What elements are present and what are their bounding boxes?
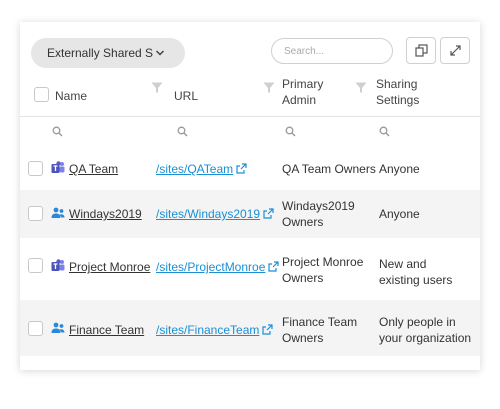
site-name-link[interactable]: Finance Team [69,323,144,337]
sharing-settings-cell: Anyone [379,162,420,176]
filter-icon[interactable] [151,82,163,94]
sharing-settings-cell: Anyone [379,207,420,221]
chevron-down-icon [155,50,165,56]
columns-icon [415,44,428,57]
primary-admin-cell: Windays2019 Owners [282,199,355,229]
column-header-primary-admin-line1: Primary [282,77,324,91]
row-checkbox[interactable] [28,161,43,176]
search-icon[interactable] [285,126,296,137]
primary-admin-cell: Project Monroe Owners [282,255,364,285]
table-row[interactable]: Finance Team /sites/FinanceTeam Finance … [20,300,480,356]
site-url-link[interactable]: /sites/Windays2019 [156,207,260,221]
group-icon [51,322,65,333]
column-header-primary-admin[interactable]: Primary Admin [282,76,323,108]
expand-icon [450,45,461,56]
external-link-icon[interactable] [263,208,274,219]
filter-icon[interactable] [355,82,367,94]
column-header-sharing-line2: Settings [376,93,420,107]
site-name-link[interactable]: Windays2019 [69,207,142,221]
external-link-icon[interactable] [236,163,247,174]
filter-icon[interactable] [263,82,275,94]
primary-admin-cell: Finance Team Owners [282,315,358,345]
sharing-settings-cell: Only people in your organization [379,315,472,345]
sites-panel: Externally Shared S Name URL [20,22,480,370]
site-name-link[interactable]: QA Team [69,162,118,176]
site-url-link[interactable]: /sites/QATeam [156,162,233,176]
view-filter-dropdown[interactable]: Externally Shared S [31,38,185,68]
expand-button[interactable] [440,37,470,64]
table-row[interactable]: Project Monroe /sites/ProjectMonroe Proj… [20,244,480,296]
view-filter-label: Externally Shared S [47,46,154,60]
row-checkbox[interactable] [28,206,43,221]
table-row[interactable]: QA Team /sites/QATeam QA Team Owners Any… [20,151,480,187]
select-all-checkbox[interactable] [34,87,49,102]
sharing-settings-cell: New and existing users [379,257,453,287]
column-header-name[interactable]: Name [55,88,87,104]
search-icon[interactable] [379,126,390,137]
table-row[interactable]: Windays2019 /sites/Windays2019 Windays20… [20,190,480,238]
toolbar: Externally Shared S [20,22,480,74]
group-icon [51,207,65,218]
column-header-sharing-line1: Sharing [376,77,418,91]
site-url-link[interactable]: /sites/FinanceTeam [156,323,259,337]
search-icon[interactable] [52,126,63,137]
primary-admin-cell: QA Team Owners [282,162,376,176]
columns-button[interactable] [406,37,436,64]
search-icon[interactable] [177,126,188,137]
column-header-primary-admin-line2: Admin [282,93,317,107]
site-name-link[interactable]: Project Monroe [69,260,150,274]
teams-icon [51,259,65,271]
row-checkbox[interactable] [28,321,43,336]
external-link-icon[interactable] [268,261,279,272]
teams-icon [51,161,65,173]
search-input[interactable] [271,38,393,64]
site-url-link[interactable]: /sites/ProjectMonroe [156,260,265,274]
column-header-url[interactable]: URL [174,88,198,104]
column-filter-row [20,117,480,147]
external-link-icon[interactable] [262,324,273,335]
table-header: Name URL Primary Admin Sharing Settings [20,74,480,117]
row-checkbox[interactable] [28,258,43,273]
column-header-sharing-settings[interactable]: Sharing Settings [376,76,419,108]
